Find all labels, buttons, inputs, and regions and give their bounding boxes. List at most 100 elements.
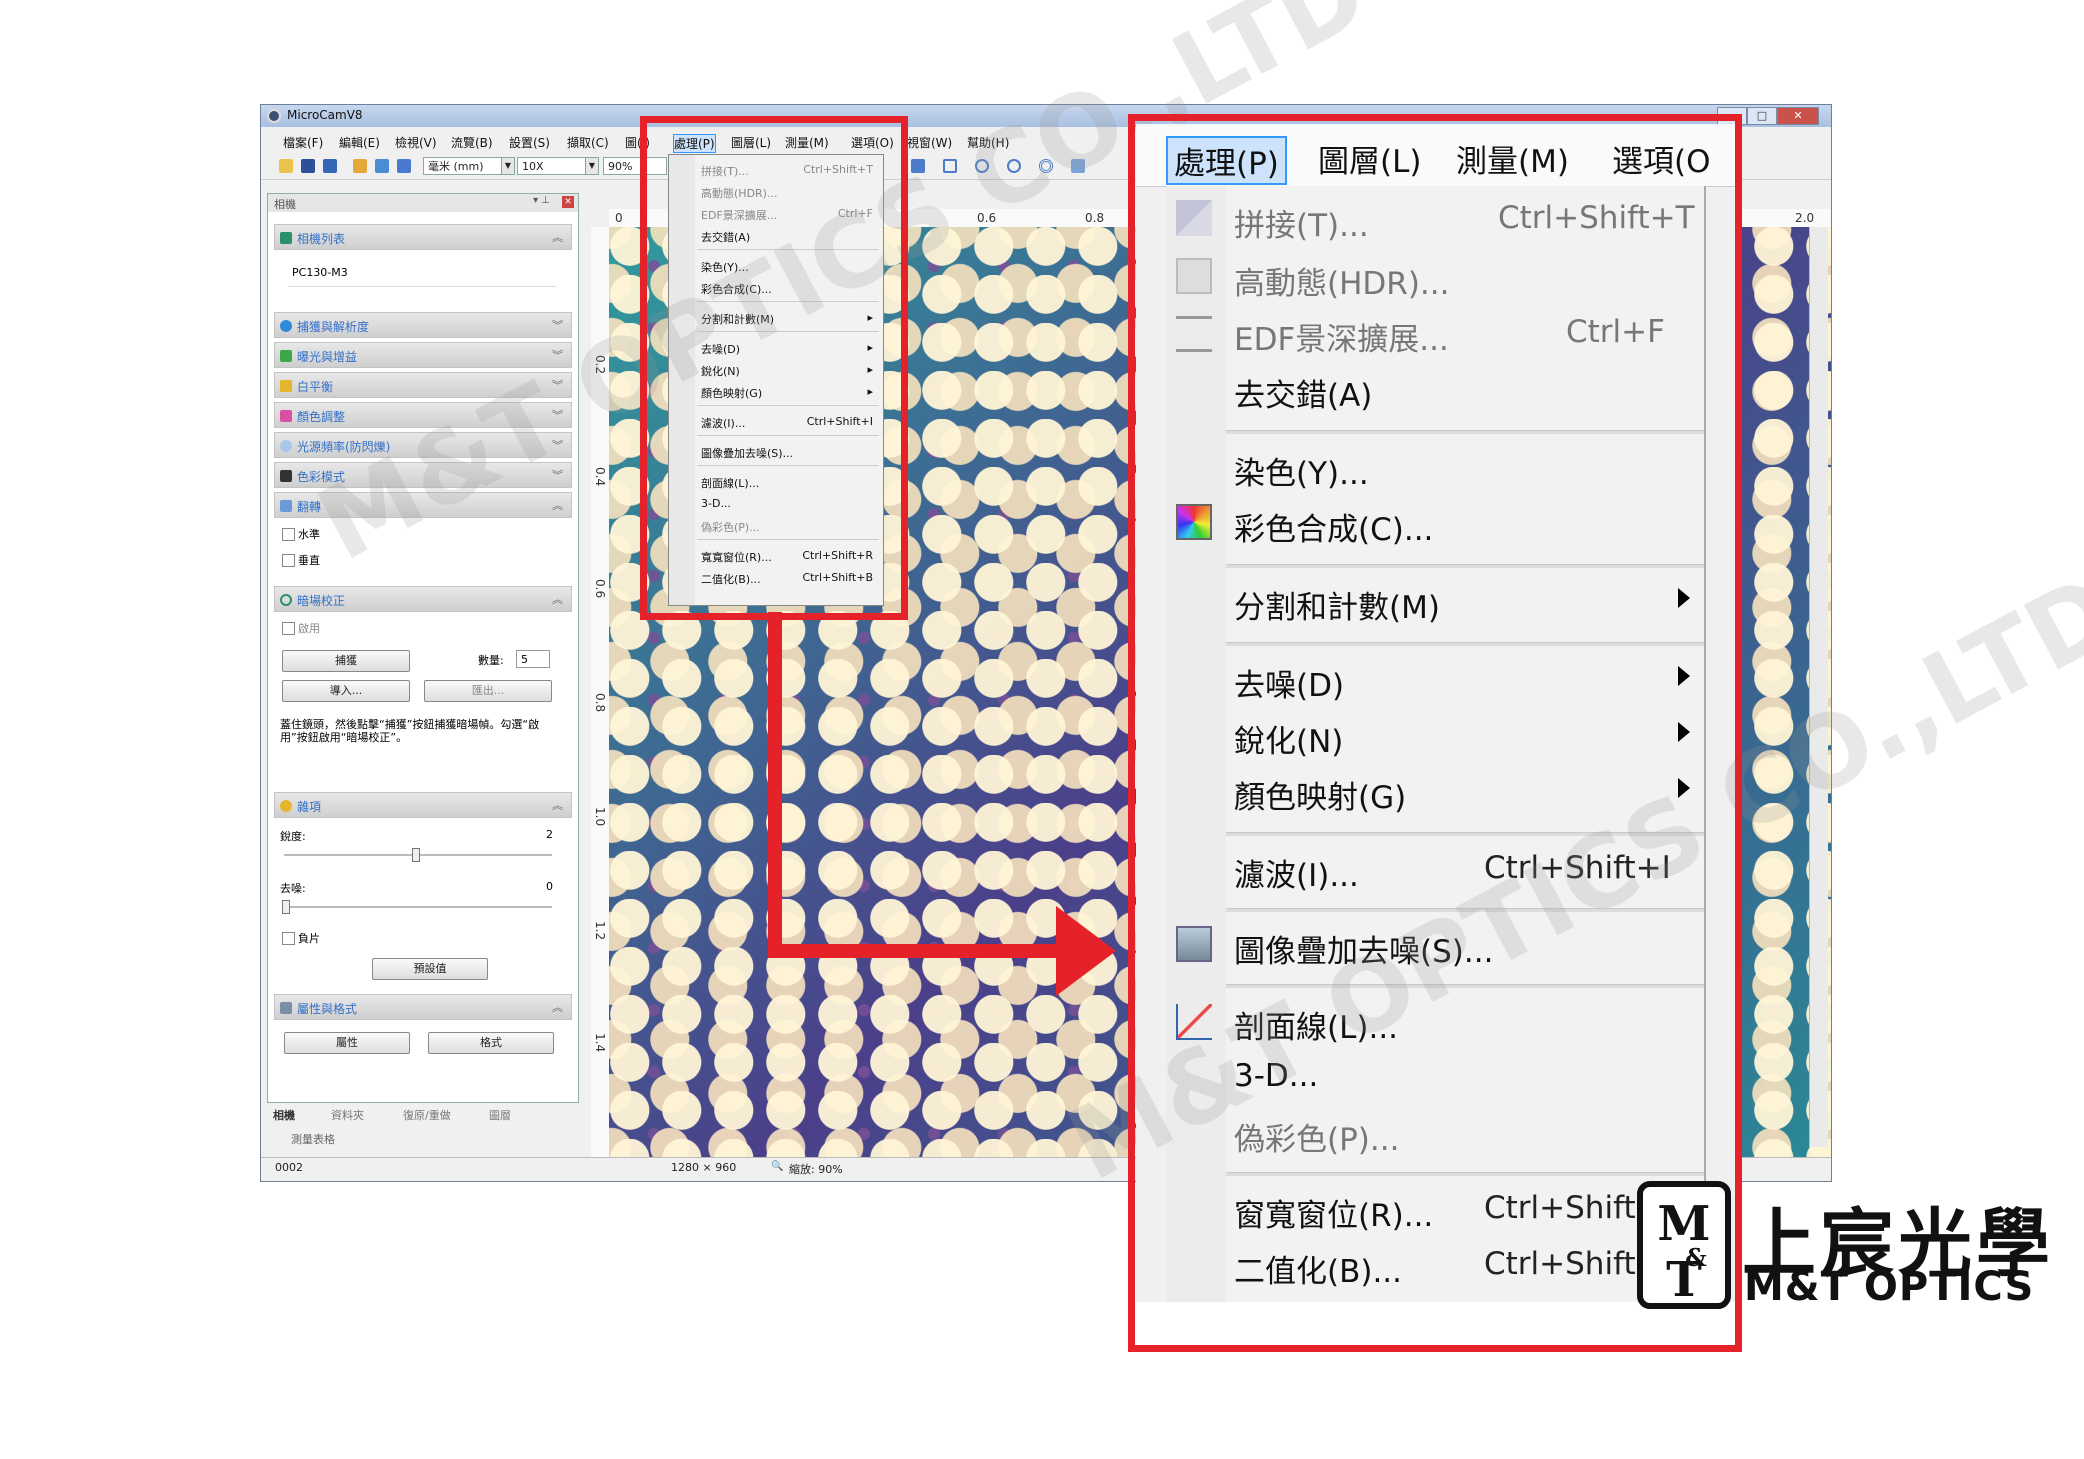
status-frame: 0002: [275, 1161, 303, 1174]
pin-icon[interactable]: ▾ ⊥: [533, 195, 550, 206]
denoise-label: 去噪:: [280, 882, 306, 895]
color-mode-icon: [280, 470, 292, 482]
properties-button[interactable]: 屬性: [284, 1032, 410, 1054]
arrow-shaft-horizontal: [768, 944, 1058, 958]
maximize-button[interactable]: □: [1747, 107, 1777, 125]
status-zoom: 縮放: 90%: [789, 1163, 843, 1176]
close-button[interactable]: ✕: [1777, 107, 1819, 125]
sharpness-value: 2: [546, 828, 553, 841]
ruler-label: 0.8: [593, 693, 607, 713]
collapse-icon[interactable]: ︽: [552, 999, 563, 1015]
close-icon[interactable]: ✕: [562, 196, 574, 208]
denoise-slider[interactable]: [284, 906, 552, 908]
chevron-down-icon: ▼: [501, 158, 514, 174]
menu-settings[interactable]: 設置(S): [509, 134, 550, 151]
camera-icon: [280, 232, 292, 244]
bulb-icon: [280, 440, 292, 452]
grid-icon[interactable]: [397, 159, 411, 173]
ruler-label: 1.0: [593, 807, 607, 827]
sharpness-label: 銳度:: [280, 830, 306, 843]
menu-file[interactable]: 檔案(F): [283, 134, 323, 151]
section-label: 暗場校正: [297, 594, 346, 608]
ruler-label: 1.2: [593, 921, 607, 941]
ruler-label: 0.8: [1085, 211, 1105, 225]
dark-capture-button[interactable]: 捕獲: [282, 650, 410, 672]
ruler-label: 0.6: [593, 579, 607, 599]
dark-export-button[interactable]: 匯出...: [424, 680, 552, 702]
collapse-icon[interactable]: ︽: [552, 229, 563, 245]
dark-enable-checkbox[interactable]: [282, 622, 295, 635]
section-label: 捕獲與解析度: [297, 320, 370, 334]
dark-import-button[interactable]: 導入...: [282, 680, 410, 702]
section-label: 曝光與增益: [297, 350, 358, 364]
white-balance-icon: [280, 380, 292, 392]
camera-app-icon: [267, 109, 281, 123]
chevron-down-icon: ▼: [585, 158, 598, 174]
tab-layer[interactable]: 圖層: [489, 1107, 511, 1123]
menu-edit[interactable]: 編輯(E): [339, 134, 380, 151]
negative-label: 負片: [298, 932, 320, 945]
negative-checkbox[interactable]: [282, 932, 295, 945]
camera-panel: 相機 ▾ ⊥ ✕ 相機列表 ︽ PC130-M3 捕獲與解析度 ︾ 曝光與增益 ︾ …: [267, 193, 579, 1103]
sharpness-slider-thumb[interactable]: [412, 848, 420, 862]
folder-icon[interactable]: [353, 159, 367, 173]
highlight-frame-small: [640, 116, 908, 620]
snapshot-icon[interactable]: [375, 159, 389, 173]
flip-horizontal-checkbox[interactable]: [282, 528, 295, 541]
dark-enable-label: 啟用: [298, 622, 320, 635]
zoom-value: 90%: [608, 160, 633, 173]
menu-browse[interactable]: 流覽(B): [451, 134, 493, 151]
flip-vertical-checkbox[interactable]: [282, 554, 295, 567]
unit-select[interactable]: 毫米 (mm) ▼: [423, 157, 515, 175]
expand-icon[interactable]: ︾: [552, 317, 563, 333]
magnification-value: 10X: [522, 160, 544, 173]
arrow-right-icon: [1056, 906, 1116, 996]
collapse-icon[interactable]: ︽: [552, 591, 563, 607]
menu-capture[interactable]: 擷取(C): [567, 134, 609, 151]
section-capture-resolution[interactable]: 捕獲與解析度 ︾: [274, 312, 572, 338]
collapse-icon[interactable]: ︽: [552, 497, 563, 513]
ruler-label: 1.4: [593, 1033, 607, 1053]
dark-count-label: 數量:: [478, 654, 504, 667]
section-label: 相機列表: [297, 232, 346, 246]
default-button[interactable]: 預設值: [372, 958, 488, 980]
section-dark-field[interactable]: 暗場校正 ︽: [274, 586, 572, 612]
misc-icon: [280, 800, 292, 812]
save-icon[interactable]: [301, 159, 315, 173]
dark-count-stepper[interactable]: 5: [516, 650, 550, 668]
format-button[interactable]: 格式: [428, 1032, 554, 1054]
denoise-slider-thumb[interactable]: [282, 900, 290, 914]
exposure-icon: [280, 350, 292, 362]
tab-undo-redo[interactable]: 復原/重做: [403, 1107, 451, 1123]
denoise-value: 0: [546, 880, 553, 893]
measure-tab-bar: 測量表格: [267, 1127, 579, 1149]
palette-icon: [280, 410, 292, 422]
panel-header-label: 相機: [274, 198, 296, 211]
section-label: 白平衡: [297, 380, 334, 394]
tab-camera[interactable]: 相機: [273, 1107, 295, 1123]
camera-list-item[interactable]: PC130-M3: [288, 260, 556, 287]
ruler-label: 0: [615, 211, 623, 225]
save-all-icon[interactable]: [323, 159, 337, 173]
open-folder-icon[interactable]: [279, 159, 293, 173]
properties-icon: [280, 1002, 292, 1014]
tab-measure-table[interactable]: 測量表格: [291, 1131, 335, 1147]
dark-field-icon: [280, 594, 292, 606]
section-misc[interactable]: 雜項 ︽: [274, 792, 572, 818]
magnification-select[interactable]: 10X ▼: [517, 157, 599, 175]
section-camera-list[interactable]: 相機列表 ︽: [274, 224, 572, 250]
section-label: 雜項: [297, 800, 322, 814]
collapse-icon[interactable]: ︽: [552, 797, 563, 813]
arrow-shaft-vertical: [768, 612, 782, 958]
panel-tabs: 相機 資料夾 復原/重做 圖層: [267, 1103, 579, 1125]
section-properties[interactable]: 屬性與格式 ︽: [274, 994, 572, 1020]
ruler-label: 0.4: [593, 467, 607, 487]
menu-view[interactable]: 檢視(V): [395, 134, 437, 151]
unit-value: 毫米 (mm): [428, 160, 484, 173]
tab-folder[interactable]: 資料夾: [331, 1107, 364, 1123]
window-title: MicroCamV8: [287, 108, 363, 122]
dark-count-value: 5: [521, 653, 528, 666]
magnifier-icon: 🔍: [771, 1161, 784, 1172]
dark-field-note: 蓋住鏡頭，然後點擊“捕獲”按鈕捕獲暗場幀。勾選“啟用”按鈕啟用“暗場校正”。: [280, 718, 540, 744]
brand-english: M&T OPTICS: [1744, 1264, 2035, 1310]
